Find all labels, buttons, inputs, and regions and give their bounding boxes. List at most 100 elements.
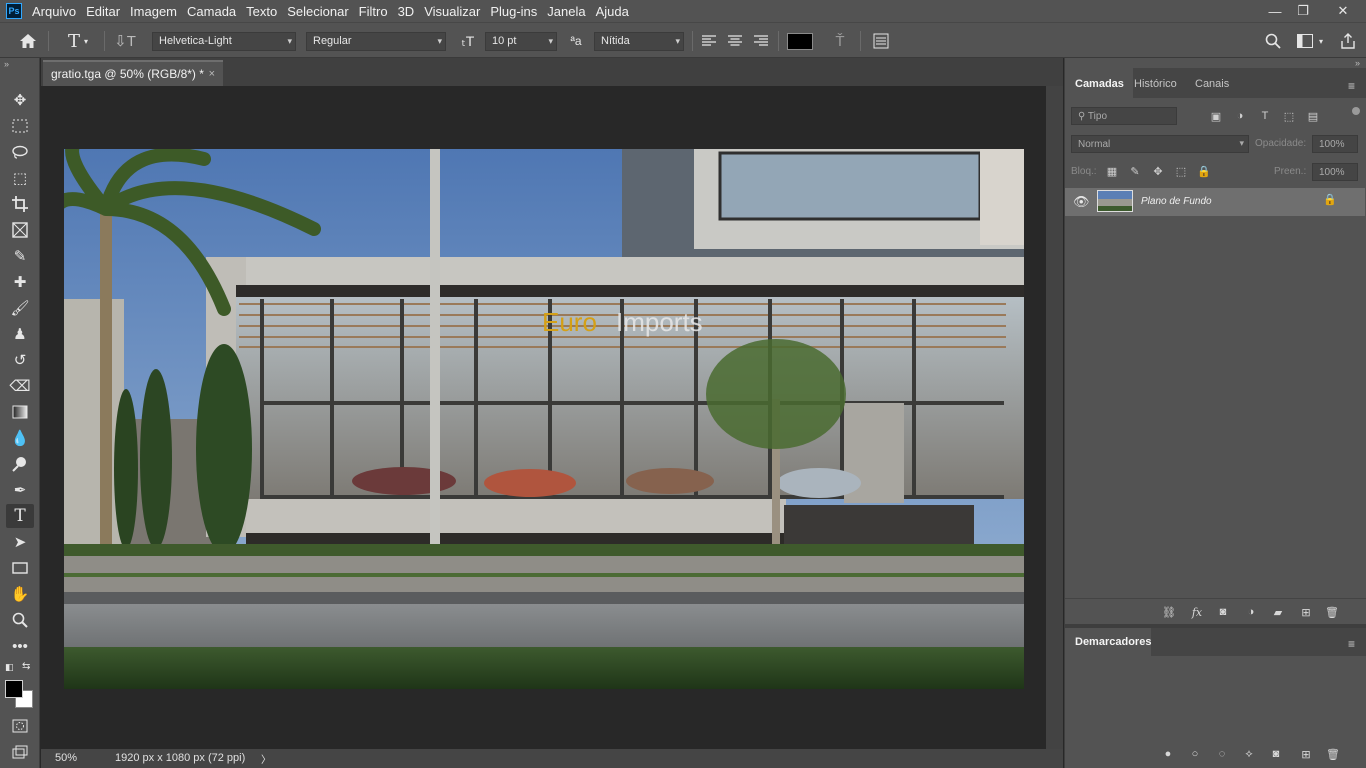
lock-transparent-icon[interactable]: ▦	[1105, 164, 1119, 178]
brush-tool[interactable]: 🖌	[6, 296, 34, 320]
font-family-select[interactable]: Helvetica-Light ▾	[152, 32, 296, 51]
filter-smart-object-icon[interactable]: ▤	[1306, 109, 1320, 123]
move-tool[interactable]: ✥	[6, 88, 34, 112]
lock-artboard-icon[interactable]: ⬚	[1174, 164, 1188, 178]
zoom-level[interactable]: 50%	[55, 752, 77, 764]
fill-input[interactable]: 100%	[1312, 163, 1358, 181]
character-panel-button[interactable]	[870, 23, 892, 59]
workspace-button[interactable]: ▾	[1290, 23, 1330, 59]
text-color-swatch[interactable]	[784, 23, 816, 59]
delete-layer-icon[interactable]: 🗑	[1324, 604, 1340, 620]
close-window-button[interactable]: ✕	[1325, 0, 1361, 22]
menu-visualizar[interactable]: Visualizar	[424, 4, 480, 19]
document-image[interactable]: Euro Imports	[64, 149, 1024, 689]
foreground-color-swatch[interactable]	[5, 680, 23, 698]
status-menu-arrow-icon[interactable]: 〉	[261, 751, 271, 766]
collapse-toolbar-icon[interactable]: »	[4, 59, 9, 69]
menu-selecionar[interactable]: Selecionar	[287, 4, 348, 19]
tab-canais[interactable]: Canais	[1195, 78, 1229, 90]
add-mask-icon[interactable]: ◙	[1215, 604, 1231, 620]
tab-camadas[interactable]: Camadas	[1075, 78, 1124, 90]
warp-text-button[interactable]: Ť	[828, 23, 852, 59]
restore-button[interactable]: ❐	[1288, 0, 1318, 22]
search-button[interactable]	[1262, 23, 1284, 59]
swap-colors-icon[interactable]: ⇆	[22, 661, 30, 672]
align-left-button[interactable]	[698, 23, 720, 59]
new-layer-icon[interactable]: ⊞	[1298, 604, 1314, 620]
hand-tool[interactable]: ✋	[6, 582, 34, 606]
menu-imagem[interactable]: Imagem	[130, 4, 177, 19]
object-select-tool[interactable]: ⬚	[6, 166, 34, 190]
delete-path-icon[interactable]: 🗑	[1325, 746, 1341, 762]
panel-menu-icon[interactable]: ≡	[1348, 80, 1360, 92]
gradient-tool[interactable]	[6, 400, 34, 424]
healing-brush-tool[interactable]: ✚	[6, 270, 34, 294]
blur-tool[interactable]: 💧	[6, 426, 34, 450]
new-group-icon[interactable]: ▰	[1270, 604, 1286, 620]
eyedropper-tool[interactable]: ✎	[6, 244, 34, 268]
layer-search-input[interactable]: ⚲ Tipo	[1071, 107, 1177, 125]
frame-tool[interactable]	[6, 218, 34, 242]
tab-demarcadores[interactable]: Demarcadores	[1075, 636, 1151, 648]
screen-mode-button[interactable]	[6, 740, 34, 764]
font-style-select[interactable]: Regular ▾	[306, 32, 446, 51]
new-path-icon[interactable]: ⊞	[1298, 746, 1314, 762]
menu-editar[interactable]: Editar	[86, 4, 120, 19]
load-selection-icon[interactable]: ◌	[1214, 746, 1230, 762]
menu-janela[interactable]: Janela	[547, 4, 585, 19]
collapse-panels-icon[interactable]: »	[1355, 58, 1360, 68]
minimize-button[interactable]: —	[1260, 0, 1290, 22]
menu-camada[interactable]: Camada	[187, 4, 236, 19]
clone-stamp-tool[interactable]: ♟	[6, 322, 34, 346]
toggle-orientation-button[interactable]: ⇩T	[112, 23, 138, 59]
make-work-path-icon[interactable]: ⟡	[1241, 746, 1257, 762]
menu-texto[interactable]: Texto	[246, 4, 277, 19]
close-tab-icon[interactable]: ×	[209, 68, 215, 80]
eye-visibility-icon[interactable]: 👁	[1073, 194, 1090, 210]
lasso-tool[interactable]	[6, 140, 34, 164]
path-mask-icon[interactable]: ◙	[1268, 746, 1284, 762]
crop-tool[interactable]	[6, 192, 34, 216]
filter-adjustment-icon[interactable]: ◑	[1233, 109, 1247, 123]
filter-shape-icon[interactable]: ⬚	[1282, 109, 1296, 123]
menu-ajuda[interactable]: Ajuda	[596, 4, 629, 19]
quick-mask-button[interactable]	[6, 714, 34, 738]
link-layers-icon[interactable]: ⛓	[1161, 604, 1177, 620]
font-size-select[interactable]: 10 pt ▾	[485, 32, 557, 51]
menu-arquivo[interactable]: Arquivo	[32, 4, 76, 19]
tab-historico[interactable]: Histórico	[1134, 78, 1177, 90]
blend-mode-select[interactable]: Normal ▾	[1071, 135, 1249, 153]
stroke-path-icon[interactable]: ○	[1187, 746, 1203, 762]
path-selection-tool[interactable]: ➤	[6, 530, 34, 554]
default-colors-icon[interactable]: ◧	[5, 662, 14, 673]
align-right-button[interactable]	[750, 23, 772, 59]
filter-type-icon[interactable]: T	[1258, 109, 1272, 123]
lock-position-icon[interactable]: ✥	[1151, 164, 1165, 178]
document-tab[interactable]: gratio.tga @ 50% (RGB/8*) * ×	[43, 60, 223, 86]
vertical-scrollbar[interactable]	[1046, 86, 1063, 749]
menu-plugins[interactable]: Plug-ins	[490, 4, 537, 19]
opacity-input[interactable]: 100%	[1312, 135, 1358, 153]
antialias-select[interactable]: Nítida ▾	[594, 32, 684, 51]
adjustment-layer-icon[interactable]: ◑	[1243, 604, 1259, 620]
type-tool[interactable]: T	[6, 504, 34, 528]
filter-pixel-icon[interactable]: ▣	[1209, 109, 1223, 123]
align-center-button[interactable]	[724, 23, 746, 59]
zoom-tool[interactable]	[6, 608, 34, 632]
menu-filtro[interactable]: Filtro	[359, 4, 388, 19]
marquee-tool[interactable]	[6, 114, 34, 138]
layer-row[interactable]: 👁 Plano de Fundo 🔒	[1065, 188, 1365, 216]
filter-toggle-icon[interactable]	[1352, 107, 1360, 115]
more-tools-button[interactable]: •••	[6, 634, 34, 658]
fill-path-icon[interactable]: ●	[1160, 746, 1176, 762]
rectangle-tool[interactable]	[6, 556, 34, 580]
menu-3d[interactable]: 3D	[398, 4, 415, 19]
home-button[interactable]	[14, 23, 42, 59]
paths-panel-menu-icon[interactable]: ≡	[1348, 638, 1360, 650]
share-button[interactable]	[1336, 23, 1360, 59]
dodge-tool[interactable]	[6, 452, 34, 476]
lock-image-icon[interactable]: ✎	[1128, 164, 1142, 178]
eraser-tool[interactable]: ⌫	[6, 374, 34, 398]
fx-icon[interactable]: fx	[1189, 604, 1205, 620]
lock-all-icon[interactable]: 🔒	[1197, 164, 1211, 178]
